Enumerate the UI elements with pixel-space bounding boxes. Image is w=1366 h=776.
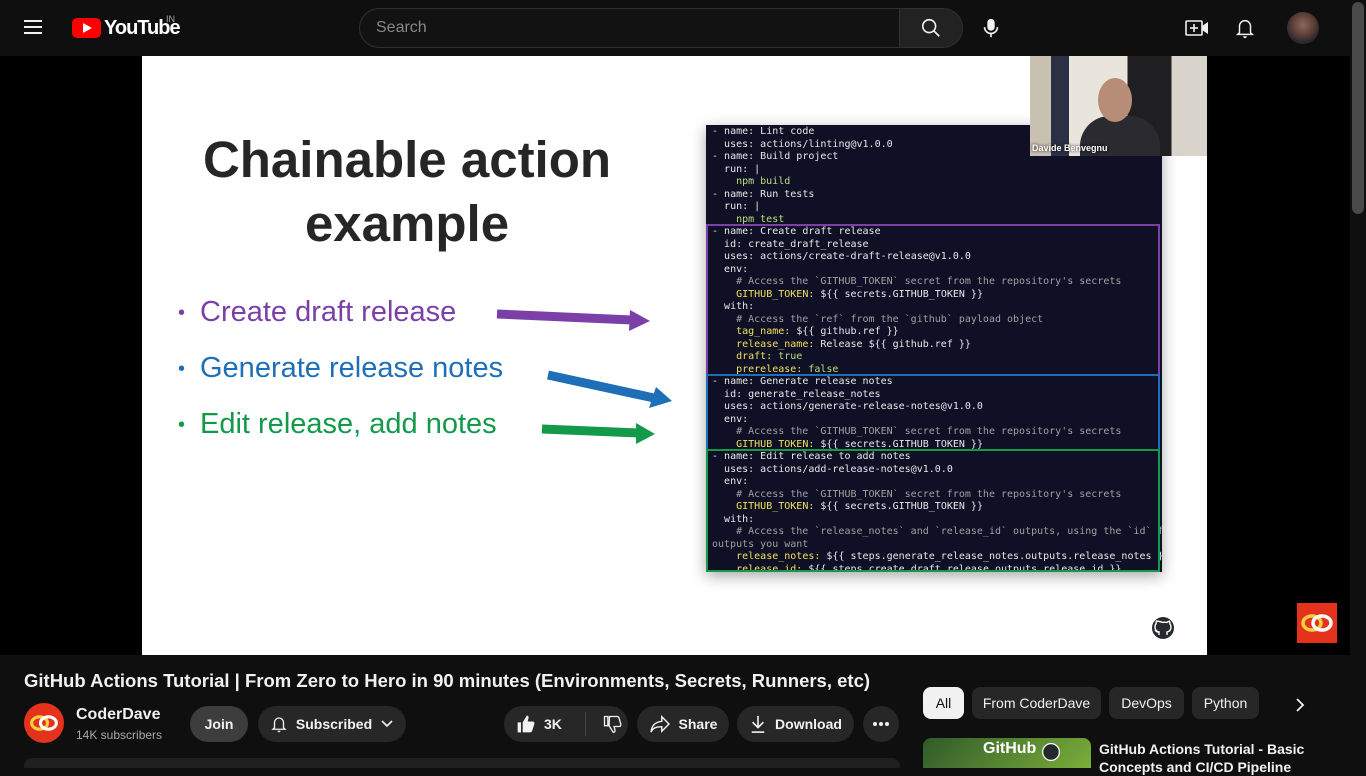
chip-label: Python [1203,695,1248,711]
presenter-head [1098,78,1132,122]
recommended-video-title[interactable]: GitHub Actions Tutorial - Basic Concepts… [1099,740,1329,776]
chip-label: All [935,695,952,711]
code-line: run: | [724,201,761,212]
notifications-button[interactable] [1231,14,1259,42]
yaml-code-panel: - name: Lint code uses: actions/linting@… [706,125,1162,572]
search-button[interactable] [899,8,963,48]
subscriber-count: 14K subscribers [76,728,163,742]
video-camera-plus-icon [1185,20,1208,36]
page-scrollbar[interactable] [1350,0,1366,768]
like-dislike-group: 3K [504,706,628,742]
share-label: Share [678,716,718,732]
recommended-video-thumbnail[interactable]: GitHub [923,738,1091,768]
chevron-right-icon [1296,698,1305,712]
download-button[interactable]: Download [737,706,854,742]
edit-release-box [706,449,1160,572]
github-icon [1042,743,1060,761]
chip-label: DevOps [1121,695,1172,711]
voice-search-button[interactable] [971,8,1011,48]
search-bar [359,8,963,48]
coderdave-logo-icon [1301,614,1333,632]
subscribed-button[interactable]: Subscribed [258,706,406,742]
more-actions-button[interactable] [863,706,899,742]
video-title: GitHub Actions Tutorial | From Zero to H… [24,670,871,691]
presenter-webcam: Davide Benvegnu [1030,56,1207,156]
subscribed-label: Subscribed [295,716,373,732]
coderdave-logo-icon [30,715,58,731]
channel-avatar[interactable] [24,703,64,743]
join-button[interactable]: Join [190,706,248,742]
presenter-name: Davide Benvegnu [1032,143,1108,153]
join-label: Join [204,716,234,732]
create-draft-release-box [706,224,1160,376]
chevron-down-icon [381,720,393,728]
like-button[interactable]: 3K [516,712,586,736]
thumbnail-text: GitHub [983,740,1037,757]
share-icon [649,715,670,733]
dislike-button[interactable] [586,714,622,734]
account-avatar[interactable] [1287,12,1319,44]
channel-watermark[interactable] [1297,603,1337,643]
youtube-logo[interactable]: YouTube [72,17,181,39]
download-label: Download [775,716,842,732]
more-horizontal-icon [873,722,889,726]
presentation-slide: Chainable action example • Create draft r… [142,56,1207,655]
blue-arrow [547,370,672,408]
create-video-button[interactable] [1183,14,1211,42]
menu-icon[interactable] [24,17,48,39]
download-icon [751,715,765,733]
bell-icon [271,717,287,733]
chip-from-coderdave[interactable]: From CoderDave [972,687,1101,719]
github-icon [1152,617,1174,639]
code-line: npm build [712,176,791,187]
like-count: 3K [544,716,562,732]
country-code: IN [166,14,175,24]
share-button[interactable]: Share [637,706,729,742]
channel-name[interactable]: CoderDave [76,706,160,724]
masthead: YouTube IN [0,0,1366,56]
thumbs-down-icon [603,715,622,734]
chip-devops[interactable]: DevOps [1109,687,1184,719]
generate-release-notes-box [706,374,1160,451]
search-icon [921,18,940,37]
chip-all[interactable]: All [923,687,964,719]
search-input[interactable] [359,8,899,48]
purple-arrow [496,309,650,331]
video-player[interactable]: Chainable action example • Create draft r… [0,56,1350,655]
microphone-icon [983,18,999,38]
thumbs-up-icon [517,715,535,733]
scrollbar-thumb[interactable] [1352,2,1364,214]
chip-python[interactable]: Python [1192,687,1259,719]
green-arrow [541,423,655,444]
code-line: run: | [724,163,761,175]
youtube-play-icon [72,18,101,38]
chips-next-button[interactable] [1290,695,1310,715]
chip-label: From CoderDave [982,695,1091,711]
description-box[interactable] [24,758,900,768]
bell-icon [1235,20,1255,39]
code-line: - name: Run tests [712,188,815,200]
